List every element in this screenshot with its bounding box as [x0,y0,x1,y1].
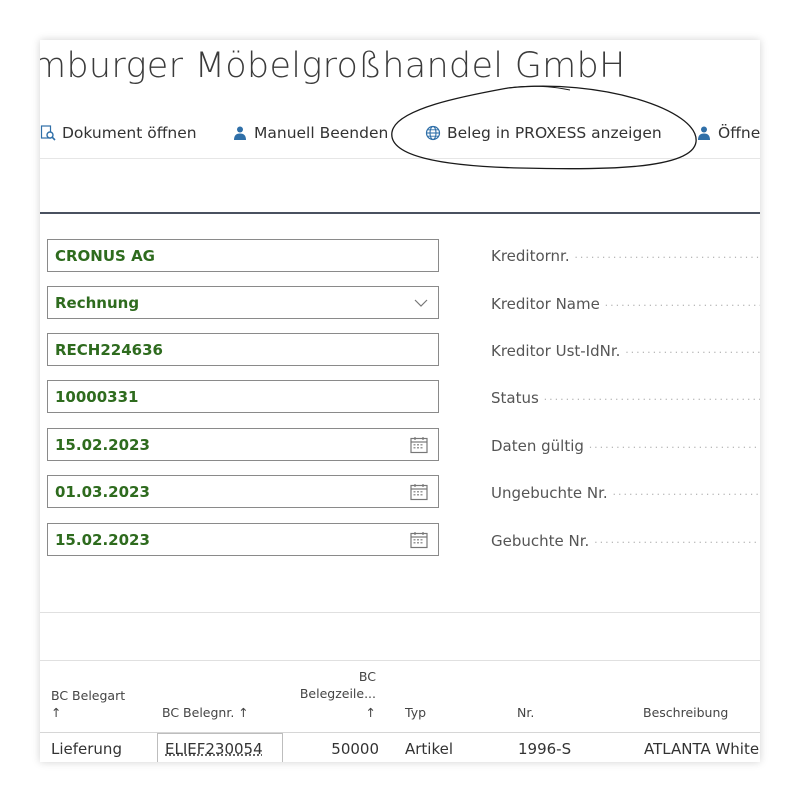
status-label: Status ·································… [491,389,760,407]
document-type-select[interactable]: Rechnung [47,286,439,319]
calendar-icon[interactable] [410,531,428,549]
action-bar-divider [40,158,760,159]
col-header-bc-belegnr[interactable]: BC Belegnr. ↑ [162,704,249,721]
open-label: Öffne [718,124,760,142]
person-icon [698,126,710,140]
vendor-number-value: 10000331 [55,388,139,406]
vendor-number-field[interactable]: 10000331 [47,380,439,413]
show-proxess-label: Beleg in PROXESS anzeigen [447,124,662,142]
unposted-number-label: Ungebuchte Nr. ·························… [491,484,760,502]
section-divider [40,212,760,214]
page-frame: mburger Möbelgroßhandel GmbH Dokument öf… [40,40,760,762]
date-field-3[interactable]: 15.02.2023 [47,523,439,556]
date-field-2[interactable]: 01.03.2023 [47,475,439,508]
table-header-divider [40,732,760,733]
page-title: mburger Möbelgroßhandel GmbH [40,46,626,86]
table-cell-belegnr-link[interactable]: ELIEF230054 [165,740,263,758]
open-document-label: Dokument öffnen [62,124,197,142]
table-cell-belegzeile: 50000 [331,740,379,758]
date-value-2: 01.03.2023 [55,483,150,501]
posted-number-label: Gebuchte Nr. ···························… [491,532,760,550]
section-divider-table [40,660,760,661]
table-cell-nr: 1996-S [518,740,572,758]
col-header-typ[interactable]: Typ [405,704,426,721]
calendar-icon[interactable] [410,436,428,454]
vendor-number-label: Kreditornr. ····························… [491,247,760,265]
company-field[interactable]: CRONUS AG [47,239,439,272]
action-bar: Dokument öffnen Manuell Beenden Beleg in… [40,116,760,158]
data-valid-label: Daten gültig ···························… [491,437,760,455]
person-icon [234,126,246,140]
col-header-nr[interactable]: Nr. [517,704,534,721]
date-value-1: 15.02.2023 [55,436,150,454]
col-header-beschreibung[interactable]: Beschreibung [643,704,728,721]
manual-finish-label: Manuell Beenden [254,124,389,142]
show-proxess-action[interactable]: Beleg in PROXESS anzeigen [425,124,662,142]
date-value-3: 15.02.2023 [55,531,150,549]
document-type-value: Rechnung [55,294,140,312]
vendor-vat-label: Kreditor Ust-IdNr. ·····················… [491,342,760,360]
calendar-icon[interactable] [410,483,428,501]
date-field-1[interactable]: 15.02.2023 [47,428,439,461]
open-document-action[interactable]: Dokument öffnen [40,124,197,142]
table-cell-belegart: Lieferung [51,740,122,758]
document-search-icon [40,125,56,141]
table-cell-beschreibung: ATLANTA White [644,740,760,758]
table-cell-typ: Artikel [405,740,454,758]
manual-finish-action[interactable]: Manuell Beenden [232,124,388,142]
col-header-bc-belegzeile[interactable]: BC Belegzeile... ↑ [290,668,376,721]
col-header-bc-belegart[interactable]: BC Belegart ↑ [51,687,125,721]
open-action[interactable]: Öffne [696,124,760,142]
document-number-value: RECH224636 [55,341,163,359]
globe-icon [425,125,441,141]
company-value: CRONUS AG [55,247,155,265]
section-divider-lower [40,612,760,613]
chevron-down-icon [414,299,428,307]
document-number-field[interactable]: RECH224636 [47,333,439,366]
vendor-name-label: Kreditor Name ··························… [491,295,760,313]
